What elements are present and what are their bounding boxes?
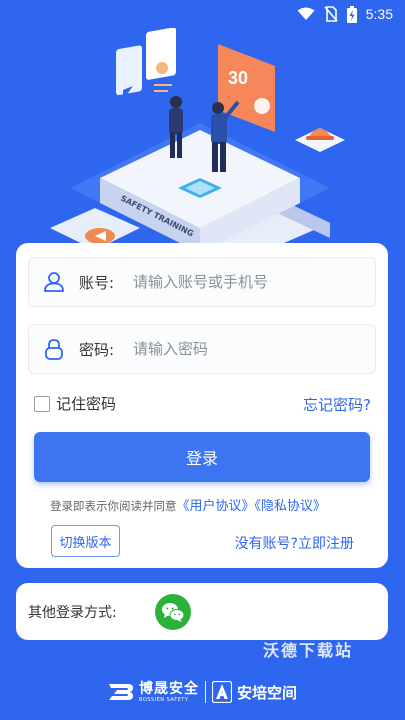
remember-password[interactable]: 记住密码 [34, 393, 116, 414]
brand-bossien: 博晟安全 BOSSIEN SAFETY [108, 682, 199, 703]
other-login-label: 其他登录方式: [28, 604, 117, 621]
wechat-login-button[interactable] [155, 594, 191, 630]
hero-illustration: SAFETY TRAINING 30 [50, 28, 345, 258]
footer-brands: 博晟安全 BOSSIEN SAFETY 安培空间 [0, 678, 405, 706]
password-label: 密码: [79, 340, 115, 359]
password-field[interactable]: 密码: [28, 324, 376, 374]
login-card: 账号: 密码: 记住密码 忘记密码? 登录 登录即表示你阅读并同意《用户协议》《… [16, 243, 388, 568]
brand1-sub: BOSSIEN SAFETY [138, 696, 189, 703]
wifi-icon [297, 7, 315, 20]
status-bar: 5:35 [0, 0, 405, 28]
switch-version-button[interactable]: 切换版本 [51, 525, 120, 557]
battery-charging-icon [346, 5, 357, 23]
brand1-name: 博晟安全 [138, 680, 199, 697]
anpei-logo-icon [211, 681, 232, 703]
footer-divider [204, 681, 206, 703]
watermark: 沃德下载站 [263, 641, 354, 660]
lock-icon [29, 338, 79, 360]
account-field[interactable]: 账号: [28, 257, 376, 307]
privacy-agreement-link[interactable]: 《隐私协议》 [255, 499, 327, 514]
register-link[interactable]: 没有账号?立即注册 [235, 533, 354, 553]
bossien-logo-icon [108, 684, 133, 700]
user-agreement-link[interactable]: 《用户协议》 [177, 499, 255, 514]
board-number: 30 [228, 68, 248, 88]
account-label: 账号: [79, 273, 115, 292]
remember-label: 记住密码 [56, 395, 117, 413]
brand-anpei: 安培空间 [211, 681, 297, 703]
account-input[interactable] [133, 273, 375, 291]
brand2-name: 安培空间 [236, 683, 297, 702]
wechat-icon [162, 603, 185, 622]
password-input[interactable] [133, 340, 375, 358]
other-login-card: 其他登录方式: [16, 583, 388, 640]
remember-checkbox[interactable] [34, 395, 50, 412]
status-time: 5:35 [365, 6, 393, 22]
forgot-password-link[interactable]: 忘记密码? [303, 394, 371, 415]
no-sim-icon [324, 6, 338, 22]
agreement-text: 登录即表示你阅读并同意《用户协议》《隐私协议》 [50, 495, 326, 514]
agreement-prefix: 登录即表示你阅读并同意 [50, 499, 177, 513]
user-icon [29, 271, 79, 293]
login-button[interactable]: 登录 [34, 432, 370, 482]
